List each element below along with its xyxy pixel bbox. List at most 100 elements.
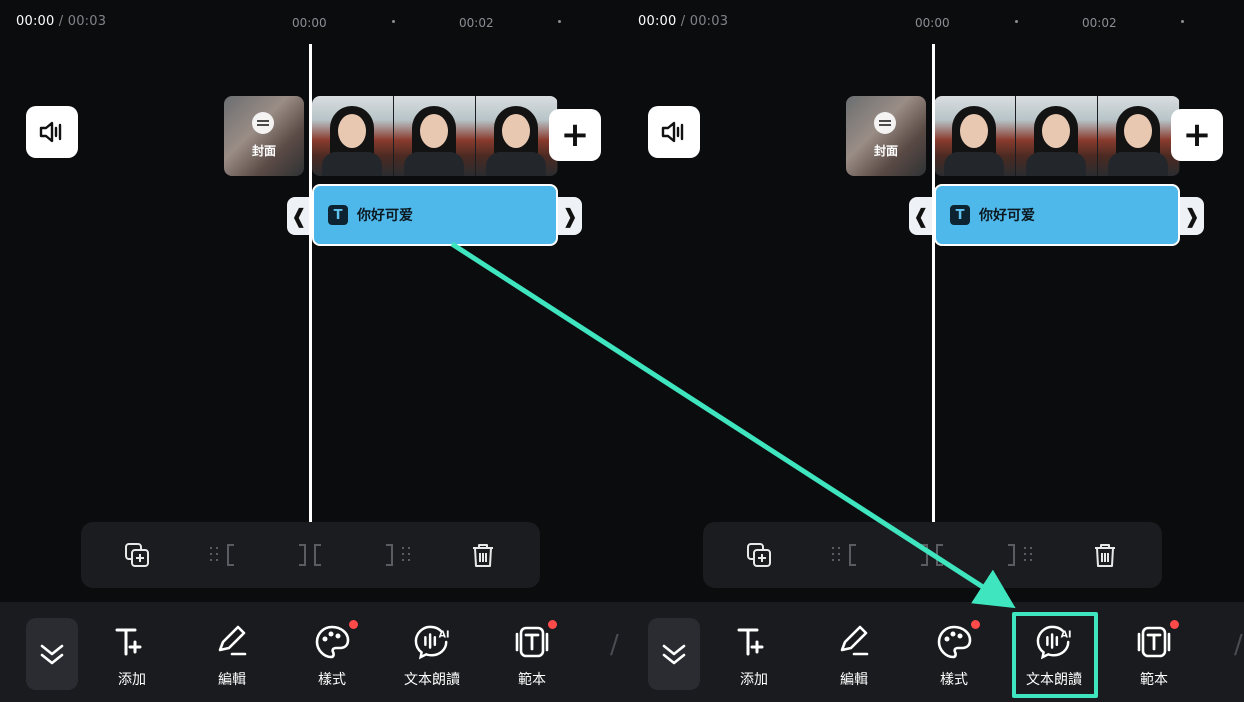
swap-icon [252,112,274,134]
cover-label: 封面 [251,144,276,158]
tool-style[interactable]: 樣式 [292,620,372,692]
video-frame [1098,96,1180,176]
playhead[interactable] [309,44,312,522]
text-icon: T [950,205,970,225]
text-icon: T [328,205,348,225]
ruler-dot [392,20,395,23]
mute-button[interactable] [648,106,700,158]
tool-label: 樣式 [940,672,968,688]
tool-label: 添加 [118,672,146,688]
chevron-double-down-icon [40,644,64,665]
tool-add[interactable]: 添加 [92,622,172,692]
delete-button[interactable] [1089,539,1121,571]
duplicate-icon [125,543,149,567]
tool-add[interactable]: 添加 [714,622,794,692]
collapse-button[interactable] [648,618,700,690]
pencil-icon [218,625,247,656]
ruler-mark: 00:00 [915,16,950,30]
current-time: 00:00 [16,14,55,29]
bottom-toolbar: 添加 編輯 樣式 AI 文本朗讀 範本 / [622,602,1244,702]
add-clip-button[interactable]: + [1171,109,1223,161]
template-icon [515,626,549,658]
split-icon [921,544,943,566]
ai-voice-icon: AI [414,625,450,660]
video-frame [934,96,1016,176]
cover-label: 封面 [873,144,898,158]
split-button[interactable] [294,539,326,571]
tool-text-to-speech[interactable]: AI 文本朗讀 [392,622,472,692]
ruler-dot [1181,20,1184,23]
speaker-icon [661,121,684,143]
pencil-icon [840,625,869,656]
notification-badge [349,620,358,629]
ruler-dot [558,20,561,23]
template-icon [1137,626,1171,658]
speaker-icon [39,121,62,143]
trim-right-handle[interactable]: ❱ [558,197,582,235]
svg-text:AI: AI [439,629,450,640]
bottom-toolbar: 添加 編輯 樣式 AI 文本朗讀 範本 / [0,602,622,702]
editor-panel-left: 00:00 / 00:03 00:00 00:02 封面 + ❰ ❱ T 你好可… [0,0,622,702]
highlight-box [1012,612,1098,698]
video-track[interactable] [312,96,558,176]
cover-thumbnail[interactable]: 封面 [846,96,926,176]
more-tools-hint: / [610,630,619,660]
time-display: 00:00 / 00:03 [638,14,729,29]
tool-edit[interactable]: 編輯 [814,622,894,692]
text-clip-label: 你好可爱 [979,208,1035,224]
time-display: 00:00 / 00:03 [16,14,107,29]
mute-button[interactable] [26,106,78,158]
ruler-dot [1015,20,1018,23]
trim-start-button[interactable] [829,539,861,571]
split-button[interactable] [916,539,948,571]
clip-edit-bar [703,522,1162,588]
current-time: 00:00 [638,14,677,29]
video-frame [394,96,476,176]
trim-end-button[interactable] [381,539,413,571]
trash-icon [1095,544,1115,567]
collapse-button[interactable] [26,618,78,690]
chevron-double-down-icon [662,644,686,665]
palette-icon [937,625,972,659]
tool-label: 範本 [518,672,546,688]
tool-label: 添加 [740,672,768,688]
palette-icon [315,625,350,659]
ruler-mark: 00:02 [459,16,494,30]
trim-end-button[interactable] [1003,539,1035,571]
tool-style[interactable]: 樣式 [914,620,994,692]
tool-label: 文本朗讀 [404,672,460,688]
notification-badge [971,620,980,629]
add-clip-button[interactable]: + [549,109,601,161]
tool-template[interactable]: 範本 [1114,620,1194,692]
trim-end-icon [386,544,410,566]
video-track[interactable] [934,96,1180,176]
trash-icon [473,544,493,567]
duplicate-button[interactable] [743,539,775,571]
tool-template[interactable]: 範本 [492,620,572,692]
text-clip-label: 你好可爱 [357,208,413,224]
tool-label: 範本 [1140,672,1168,688]
trim-left-handle[interactable]: ❰ [287,197,311,235]
trim-end-icon [1008,544,1032,566]
editor-panel-right: 00:00 / 00:03 00:00 00:02 封面 + ❰ ❱ T 你好可… [622,0,1244,702]
tool-edit[interactable]: 編輯 [192,622,272,692]
total-time: 00:03 [689,14,729,29]
trim-right-handle[interactable]: ❱ [1180,197,1204,235]
split-icon [299,544,321,566]
playhead[interactable] [932,44,935,522]
text-clip[interactable]: T 你好可爱 [934,184,1180,246]
add-text-icon [115,628,142,656]
tool-label: 編輯 [840,672,868,688]
text-clip[interactable]: T 你好可爱 [312,184,558,246]
trim-left-handle[interactable]: ❰ [909,197,933,235]
total-time: 00:03 [67,14,107,29]
cover-thumbnail[interactable]: 封面 [224,96,304,176]
delete-button[interactable] [467,539,499,571]
duplicate-button[interactable] [121,539,153,571]
video-frame [476,96,558,176]
add-text-icon [737,628,764,656]
tool-label: 樣式 [318,672,346,688]
trim-start-button[interactable] [207,539,239,571]
swap-icon [874,112,896,134]
video-frame [1016,96,1098,176]
